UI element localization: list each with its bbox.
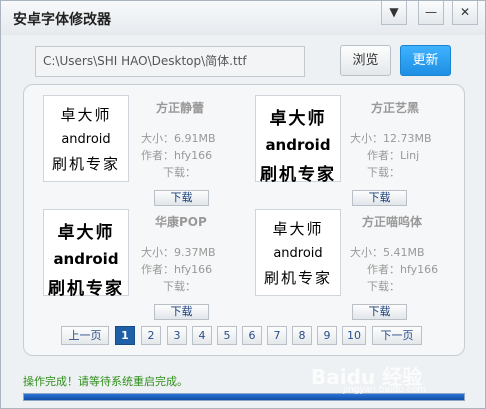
font-size: 大小：12.73MB [350,132,432,145]
font-author: 作者：hfy166 [367,263,439,276]
menu-dropdown-icon[interactable]: ▼ [381,1,407,25]
preview-line: android [273,246,323,261]
font-card: 卓大师 android 刷机专家 方正艺黑 大小：12.73MB 作者：Linj… [255,95,465,207]
page-button[interactable]: 8 [292,326,312,345]
font-preview[interactable]: 卓大师 android 刷机专家 [255,209,341,296]
preview-line: android [265,136,331,154]
font-name: 方正艺黑 [371,101,420,115]
font-name: 方正静蕾 [156,101,205,115]
download-button[interactable]: 下载 [154,190,209,206]
prev-page-button[interactable]: 上一页 [61,326,109,345]
page-button[interactable]: 2 [141,326,161,345]
preview-line: 刷机专家 [263,269,332,287]
font-card: 卓大师 android 刷机专家 华康POP 大小：9.37MB 作者：hfy1… [43,209,253,321]
font-size: 大小：9.37MB [141,246,216,259]
font-preview[interactable]: 卓大师 android 刷机专家 [43,209,129,299]
next-page-button[interactable]: 下一页 [372,326,422,345]
page-button[interactable]: 6 [242,326,262,345]
preview-line: 卓大师 [272,220,324,238]
browse-button[interactable]: 浏览 [340,45,391,76]
page-button[interactable]: 3 [167,326,187,345]
minimize-icon[interactable]: — [418,1,444,25]
page-button[interactable]: 1 [115,326,135,345]
font-name: 方正喵呜体 [362,215,423,229]
status-message: 操作完成！请等待系统重启完成。 [23,375,188,388]
download-button[interactable]: 下载 [352,304,407,320]
font-size: 大小：6.91MB [141,132,216,145]
font-name: 华康POP [155,215,207,229]
preview-line: 卓大师 [60,106,112,124]
preview-line: 刷机专家 [51,155,120,173]
window-title: 安卓字体修改器 [13,12,111,28]
preview-line: 卓大师 [269,109,327,129]
font-author: 作者：hfy166 [141,263,213,276]
font-author: 作者：hfy166 [141,149,213,162]
preview-line: android [53,250,119,268]
font-preview[interactable]: 卓大师 android 刷机专家 [43,95,129,182]
watermark-url: jingyan.baidu.com [343,385,427,395]
font-path-input[interactable]: C:\Users\SHI HAO\Desktop\简体.ttf [35,46,305,77]
font-list-panel: 卓大师 android 刷机专家 方正静蕾 大小：6.91MB 作者：hfy16… [23,84,465,356]
page-button[interactable]: 9 [317,326,337,345]
font-downloads: 下载： [163,280,196,293]
preview-line: 卓大师 [57,223,115,243]
update-button[interactable]: 更新 [400,45,451,76]
download-button[interactable]: 下载 [154,304,209,320]
title-bar: 安卓字体修改器 ▼ — ✕ [1,1,485,35]
page-button[interactable]: 10 [342,326,366,345]
page-button[interactable]: 5 [217,326,237,345]
download-button[interactable]: 下载 [352,190,407,206]
page-button[interactable]: 4 [192,326,212,345]
preview-line: 刷机专家 [260,165,336,185]
close-icon[interactable]: ✕ [452,1,478,25]
font-downloads: 下载： [367,166,400,179]
font-author: 作者：Linj [367,149,420,162]
font-card: 卓大师 android 刷机专家 方正喵呜体 大小：5.41MB 作者：hfy1… [255,209,465,321]
preview-line: android [61,132,111,147]
font-downloads: 下载： [163,166,196,179]
font-card: 卓大师 android 刷机专家 方正静蕾 大小：6.91MB 作者：hfy16… [43,95,253,207]
font-size: 大小：5.41MB [350,246,425,259]
app-window: 安卓字体修改器 ▼ — ✕ C:\Users\SHI HAO\Desktop\简… [0,0,486,409]
preview-line: 刷机专家 [48,279,124,299]
page-button[interactable]: 7 [267,326,287,345]
font-preview[interactable]: 卓大师 android 刷机专家 [255,95,341,185]
font-downloads: 下载： [367,280,400,293]
